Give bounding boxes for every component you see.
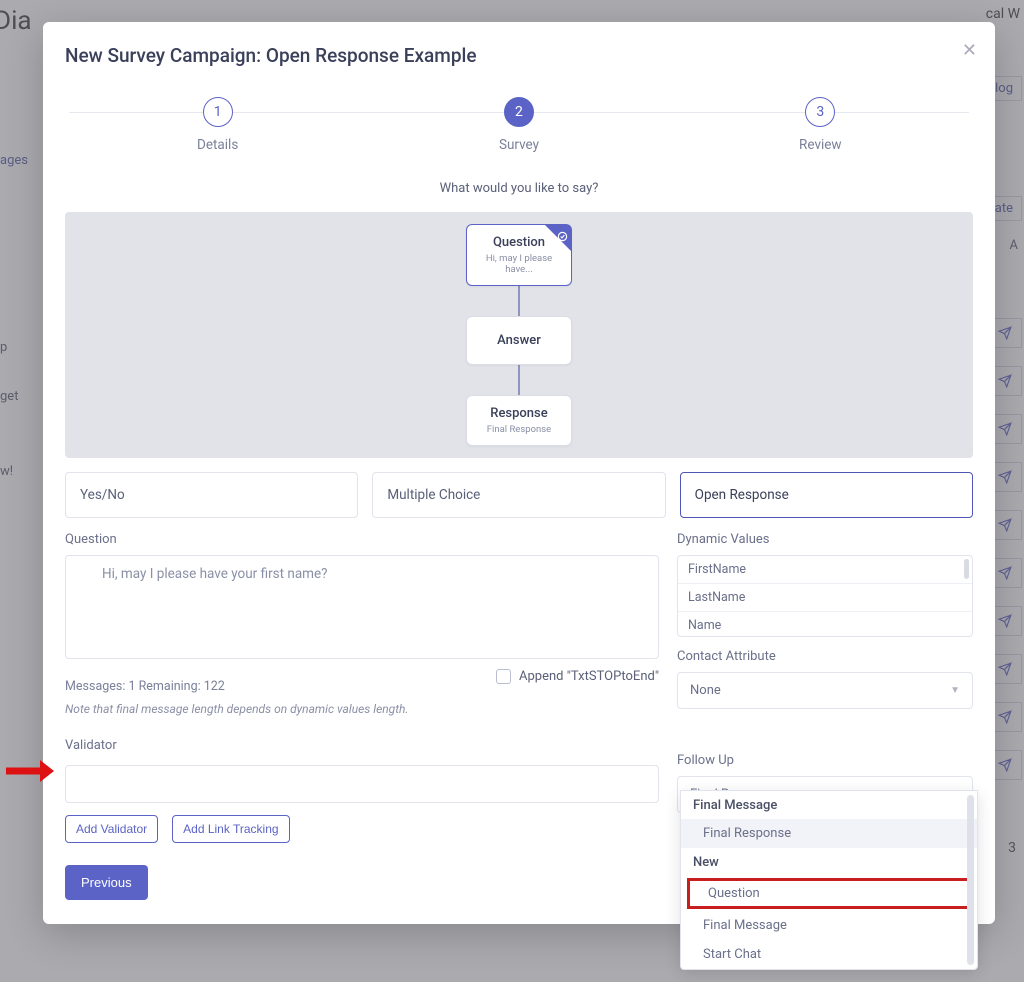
step-circle: 2 <box>504 97 534 127</box>
select-value: None <box>690 683 721 698</box>
check-icon <box>557 227 568 246</box>
append-stop-label: Append "TxtSTOPtoEnd" <box>519 669 659 684</box>
followup-dropdown[interactable]: Final Message Final Response New Questio… <box>680 790 978 970</box>
step-circle: 3 <box>805 97 835 127</box>
validator-input[interactable] <box>65 765 659 803</box>
close-button[interactable]: ✕ <box>962 40 977 61</box>
tab-multiple-choice[interactable]: Multiple Choice <box>372 472 665 518</box>
scrollbar[interactable] <box>967 795 974 965</box>
tab-yes-no[interactable]: Yes/No <box>65 472 358 518</box>
step-label: Review <box>799 137 842 153</box>
diagram-node-title: Answer <box>473 333 565 348</box>
close-icon: ✕ <box>962 40 977 60</box>
dynamic-value-item[interactable]: LastName <box>678 584 972 612</box>
dropdown-group-label: New <box>681 848 977 876</box>
question-type-tabs: Yes/No Multiple Choice Open Response <box>65 472 973 518</box>
append-stop-checkbox[interactable]: Append "TxtSTOPtoEnd" <box>496 669 659 684</box>
modal-title: New Survey Campaign: Open Response Examp… <box>65 44 973 67</box>
diagram-node-sub: Hi, may I please have... <box>473 253 565 275</box>
annotation-arrow-icon <box>6 757 54 785</box>
survey-modal: ✕ New Survey Campaign: Open Response Exa… <box>43 22 995 924</box>
dropdown-item-final-message[interactable]: Final Message <box>681 911 977 940</box>
dropdown-group-label: Final Message <box>681 791 977 819</box>
step-circle: 1 <box>203 97 233 127</box>
survey-diagram: Question Hi, may I please have... Answer… <box>65 212 973 458</box>
dropdown-item-start-chat[interactable]: Start Chat <box>681 940 977 969</box>
prompt-text: What would you like to say? <box>65 181 973 196</box>
checkbox-icon <box>496 669 511 684</box>
dynamic-values-list[interactable]: FirstName LastName Name <box>677 555 973 637</box>
message-count: Messages: 1 Remaining: 122 <box>65 679 409 694</box>
question-label: Question <box>65 532 659 547</box>
dynamic-values-label: Dynamic Values <box>677 532 973 547</box>
scrollbar[interactable] <box>964 559 969 579</box>
step-survey[interactable]: 2 Survey <box>368 97 669 153</box>
dynamic-value-item[interactable]: FirstName <box>678 556 972 584</box>
diagram-node-sub: Final Response <box>473 424 565 435</box>
dropdown-item-question[interactable]: Question <box>687 878 971 909</box>
diagram-connector <box>518 286 520 316</box>
diagram-answer-node[interactable]: Answer <box>466 316 572 365</box>
add-validator-button[interactable]: Add Validator <box>65 815 158 843</box>
add-link-tracking-button[interactable]: Add Link Tracking <box>172 815 289 843</box>
diagram-node-title: Response <box>473 406 565 421</box>
validator-label: Validator <box>65 738 659 753</box>
step-label: Details <box>197 137 238 153</box>
dropdown-item-final-response[interactable]: Final Response <box>681 819 977 848</box>
previous-button[interactable]: Previous <box>65 865 148 900</box>
contact-attribute-select[interactable]: None ▼ <box>677 672 973 709</box>
tab-open-response[interactable]: Open Response <box>680 472 973 518</box>
step-label: Survey <box>499 137 539 153</box>
step-details[interactable]: 1 Details <box>67 97 368 153</box>
diagram-question-node[interactable]: Question Hi, may I please have... <box>466 224 572 286</box>
diagram-response-node[interactable]: Response Final Response <box>466 395 572 446</box>
contact-attribute-label: Contact Attribute <box>677 649 973 664</box>
step-review[interactable]: 3 Review <box>670 97 971 153</box>
chevron-down-icon: ▼ <box>950 685 960 696</box>
dynamic-value-item[interactable]: Name <box>678 612 972 637</box>
stepper: 1 Details 2 Survey 3 Review <box>67 97 971 153</box>
followup-label: Follow Up <box>677 753 973 768</box>
diagram-connector <box>518 365 520 395</box>
message-note: Note that final message length depends o… <box>65 702 409 716</box>
question-textarea[interactable] <box>65 555 659 659</box>
